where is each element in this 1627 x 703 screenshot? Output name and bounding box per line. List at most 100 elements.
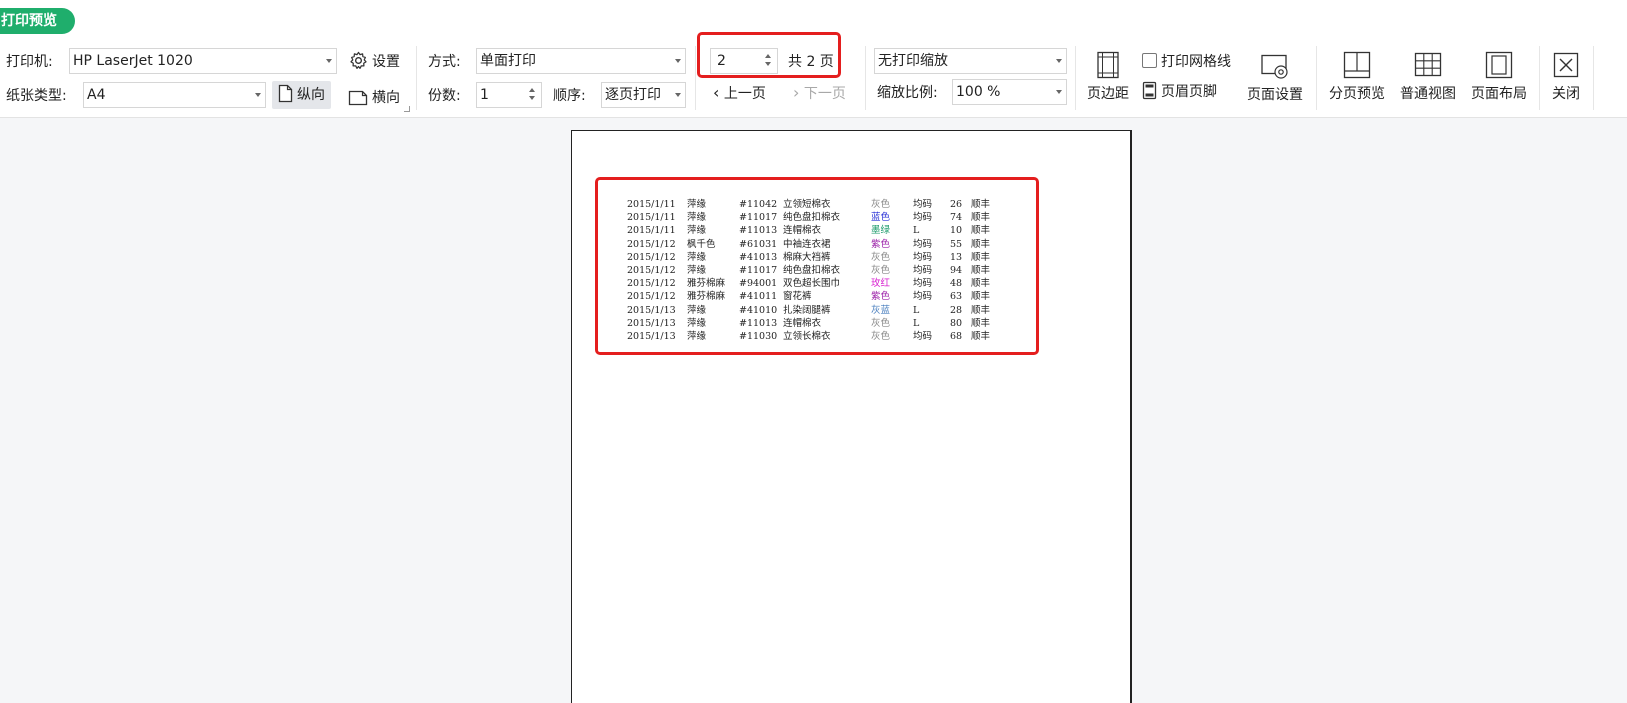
page-break-preview-button[interactable]: 分页预览 (1326, 51, 1388, 103)
cell-code: #94001 (739, 278, 778, 290)
cell-name: 纯色盘扣棉衣 (783, 265, 841, 277)
cell-size: L (913, 225, 920, 237)
printer-value: HP LaserJet 1020 (73, 53, 193, 69)
cell-date: 2015/1/12 (627, 278, 676, 290)
table-row: 2015/1/12 萍缘 #41013 棉麻大裆裤 灰色 均码 13 顺丰 (627, 251, 1001, 264)
print-mode-value: 单面打印 (480, 53, 536, 69)
print-preview-tab[interactable]: 打印预览 (0, 8, 75, 34)
cell-size: L (913, 304, 920, 316)
print-order-select[interactable]: 逐页打印 (601, 82, 686, 108)
mode-label: 方式: (428, 54, 461, 70)
cell-date: 2015/1/12 (627, 251, 676, 263)
cell-code: #11030 (739, 331, 778, 343)
cell-date: 2015/1/12 (627, 238, 676, 250)
cell-date: 2015/1/13 (627, 304, 676, 316)
cell-ship: 顺丰 (971, 199, 991, 210)
cell-date: 2015/1/13 (627, 317, 676, 329)
copies-stepper[interactable]: 1 (476, 82, 542, 108)
preview-page: 2015/1/11 萍缘 #11042 立领短棉衣 灰色 均码 26 顺丰 20… (571, 130, 1132, 703)
chevron-down-icon (675, 93, 681, 97)
prev-page-button[interactable]: ‹ 上一页 (713, 83, 766, 104)
prev-page-label: 上一页 (723, 86, 766, 102)
cell-ship: 顺丰 (971, 238, 991, 250)
total-pages-label: 共 2 页 (788, 54, 834, 70)
cell-qty: 80 (950, 317, 963, 329)
cell-brand: 萍缘 (687, 251, 707, 263)
page-setup-gear-icon (1261, 54, 1288, 79)
normal-view-label: 普通视图 (1400, 86, 1456, 102)
page-layout-button[interactable]: 页面布局 (1467, 51, 1531, 103)
table-row: 2015/1/11 萍缘 #11017 纯色盘扣棉衣 蓝色 均码 74 顺丰 (627, 211, 1001, 224)
cell-date: 2015/1/12 (627, 265, 676, 277)
chevron-down-icon (675, 59, 681, 63)
divider (865, 46, 866, 110)
spin-arrows-icon[interactable] (528, 85, 536, 105)
next-page-button[interactable]: › 下一页 (793, 83, 846, 104)
landscape-label: 横向 (372, 90, 400, 106)
chevron-left-icon: ‹ (713, 83, 720, 102)
chevron-down-icon (1056, 59, 1062, 63)
landscape-button[interactable]: 横向 (348, 84, 400, 112)
cell-color: 灰色 (871, 317, 891, 329)
cell-size: 均码 (913, 251, 933, 263)
current-page-input[interactable]: 2 (710, 48, 778, 74)
cell-name: 立领长棉衣 (783, 331, 831, 343)
cell-color: 灰色 (871, 199, 891, 210)
copies-value: 1 (480, 87, 489, 103)
page-setup-button[interactable]: 页面设置 (1243, 52, 1307, 104)
cell-date: 2015/1/11 (627, 225, 676, 237)
portrait-button[interactable]: 纵向 (272, 81, 331, 109)
cell-color: 灰色 (871, 251, 891, 263)
cell-qty: 74 (950, 212, 963, 224)
cell-brand: 枫千色 (687, 238, 716, 250)
margins-button[interactable]: 页边距 (1084, 51, 1132, 103)
printer-settings-button[interactable]: 设置 (349, 48, 400, 76)
cell-code: #11013 (739, 225, 778, 237)
cell-size: 均码 (913, 278, 933, 290)
page-layout-icon (1485, 51, 1513, 79)
cell-qty: 26 (950, 199, 963, 210)
table-row: 2015/1/12 雅芬棉麻 #41011 窗花裤 紫色 均码 63 顺丰 (627, 290, 1001, 303)
divider (1593, 46, 1594, 110)
cell-name: 连帽棉衣 (783, 317, 822, 329)
cell-brand: 萍缘 (687, 265, 707, 277)
cell-code: #41013 (739, 251, 778, 263)
print-gridlines-checkbox[interactable]: 打印网格线 (1142, 48, 1231, 76)
group-expand-corner-icon[interactable] (404, 106, 410, 112)
cell-color: 蓝色 (871, 212, 891, 224)
cell-name: 棉麻大裆裤 (783, 251, 831, 263)
copies-label: 份数: (428, 88, 461, 104)
chevron-down-icon (326, 59, 332, 63)
cell-name: 双色超长围巾 (783, 278, 841, 290)
table-row: 2015/1/12 雅芬棉麻 #94001 双色超长围巾 玫红 均码 48 顺丰 (627, 277, 1001, 290)
chevron-down-icon (255, 93, 261, 97)
header-footer-button[interactable]: 页眉页脚 (1142, 78, 1217, 106)
grid-view-icon (1414, 52, 1442, 77)
paper-type-select[interactable]: A4 (83, 82, 266, 108)
close-preview-button[interactable]: 关闭 (1546, 51, 1586, 103)
normal-view-button[interactable]: 普通视图 (1396, 51, 1460, 103)
scale-mode-select[interactable]: 无打印缩放 (874, 48, 1067, 74)
checkbox-icon (1142, 53, 1157, 68)
cell-ship: 顺丰 (971, 291, 991, 303)
cell-size: 均码 (913, 331, 933, 343)
table-row: 2015/1/12 萍缘 #11017 纯色盘扣棉衣 灰色 均码 94 顺丰 (627, 264, 1001, 277)
scale-ratio-select[interactable]: 100 % (952, 79, 1067, 105)
header-footer-label: 页眉页脚 (1161, 84, 1217, 100)
landscape-page-icon (348, 90, 368, 106)
printer-select[interactable]: HP LaserJet 1020 (69, 48, 337, 74)
cell-ship: 顺丰 (971, 304, 991, 316)
table-row: 2015/1/11 萍缘 #11042 立领短棉衣 灰色 均码 26 顺丰 (627, 198, 1001, 211)
cell-ship: 顺丰 (971, 225, 991, 237)
portrait-label: 纵向 (297, 87, 325, 103)
spin-arrows-icon[interactable] (764, 51, 772, 71)
paper-type-label: 纸张类型: (6, 88, 67, 104)
page-break-preview-label: 分页预览 (1329, 86, 1385, 102)
print-mode-select[interactable]: 单面打印 (476, 48, 686, 74)
cell-brand: 萍缘 (687, 212, 707, 224)
cell-qty: 48 (950, 278, 963, 290)
cell-code: #11042 (739, 199, 778, 210)
next-page-label: 下一页 (803, 86, 846, 102)
cell-date: 2015/1/12 (627, 291, 676, 303)
table-row: 2015/1/12 枫千色 #61031 中袖连衣裙 紫色 均码 55 顺丰 (627, 238, 1001, 251)
